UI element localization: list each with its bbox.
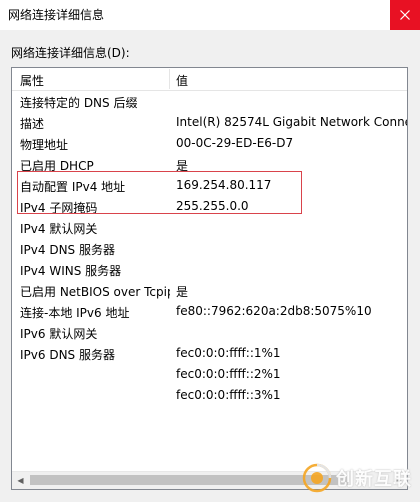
list-body: 连接特定的 DNS 后缀 描述 Intel(R) 82574L Gigabit … (12, 91, 407, 406)
property-cell: 已启用 NetBIOS over Tcpip (20, 285, 170, 299)
table-row[interactable]: IPv6 DNS 服务器 fec0:0:0:ffff::1%1 (12, 343, 407, 364)
property-cell: 自动配置 IPv4 地址 (20, 180, 126, 194)
title-bar: 网络连接详细信息 (0, 0, 420, 30)
value-cell: fec0:0:0:ffff::1%1 (176, 346, 281, 360)
column-divider[interactable] (169, 69, 170, 89)
window-title: 网络连接详细信息 (8, 8, 105, 22)
property-cell: IPv4 WINS 服务器 (20, 264, 122, 278)
table-row[interactable]: 自动配置 IPv4 地址 169.254.80.117 (12, 175, 407, 196)
table-row[interactable]: IPv4 默认网关 (12, 217, 407, 238)
table-row[interactable]: fec0:0:0:ffff::2%1 (12, 364, 407, 385)
table-row[interactable]: 连接特定的 DNS 后缀 (12, 91, 407, 112)
value-cell: fe80::7962:620a:2db8:5075%10 (176, 304, 372, 318)
value-cell: 00-0C-29-ED-E6-D7 (176, 136, 294, 150)
property-cell: 已启用 DHCP (20, 159, 94, 173)
value-cell: Intel(R) 82574L Gigabit Network Connecti… (176, 115, 407, 129)
table-row[interactable]: IPv4 WINS 服务器 (12, 259, 407, 280)
table-row[interactable]: 已启用 NetBIOS over Tcpip 是 (12, 280, 407, 301)
property-cell: IPv4 DNS 服务器 (20, 243, 115, 257)
property-cell: IPv4 默认网关 (20, 222, 98, 236)
value-cell: 是 (176, 285, 189, 299)
table-row[interactable]: 物理地址 00-0C-29-ED-E6-D7 (12, 133, 407, 154)
value-cell: 169.254.80.117 (176, 178, 272, 192)
table-row[interactable]: IPv4 DNS 服务器 (12, 238, 407, 259)
property-cell: 物理地址 (20, 138, 69, 152)
column-header-property[interactable]: 属性 (20, 72, 44, 89)
column-header-value[interactable]: 值 (176, 72, 188, 89)
property-cell: 连接特定的 DNS 后缀 (20, 96, 138, 110)
property-cell: IPv4 子网掩码 (20, 201, 98, 215)
property-cell: IPv6 默认网关 (20, 327, 98, 341)
table-row[interactable]: IPv6 默认网关 (12, 322, 407, 343)
table-row[interactable]: 连接-本地 IPv6 地址 fe80::7962:620a:2db8:5075%… (12, 301, 407, 322)
value-cell: 是 (176, 159, 189, 173)
watermark-text: 创新互联 (336, 469, 412, 490)
value-cell: 255.255.0.0 (176, 199, 249, 213)
value-cell: fec0:0:0:ffff::3%1 (176, 388, 281, 402)
watermark-logo-icon (302, 463, 332, 493)
table-row[interactable]: 描述 Intel(R) 82574L Gigabit Network Conne… (12, 112, 407, 133)
scrollbar-thumb[interactable] (30, 475, 348, 485)
details-list-label: 网络连接详细信息(D): (11, 46, 130, 60)
property-cell: 描述 (20, 117, 45, 131)
close-button[interactable] (390, 0, 420, 30)
table-row[interactable]: IPv4 子网掩码 255.255.0.0 (12, 196, 407, 217)
value-cell: fec0:0:0:ffff::2%1 (176, 367, 281, 381)
list-header: 属性 值 (12, 68, 407, 91)
property-cell: IPv6 DNS 服务器 (20, 348, 115, 362)
details-list-view[interactable]: 属性 值 连接特定的 DNS 后缀 描述 Intel(R) 82574L Gig… (11, 67, 408, 490)
table-row[interactable]: fec0:0:0:ffff::3%1 (12, 385, 407, 406)
scroll-left-arrow-icon[interactable]: ◀ (12, 472, 29, 489)
dialog-client-area: 网络连接详细信息(D): 属性 值 连接特定的 DNS 后缀 描述 Intel(… (0, 30, 420, 502)
close-icon (400, 10, 410, 20)
watermark: 创新互联 (302, 460, 412, 496)
property-cell: 连接-本地 IPv6 地址 (20, 306, 130, 320)
table-row[interactable]: 已启用 DHCP 是 (12, 154, 407, 175)
